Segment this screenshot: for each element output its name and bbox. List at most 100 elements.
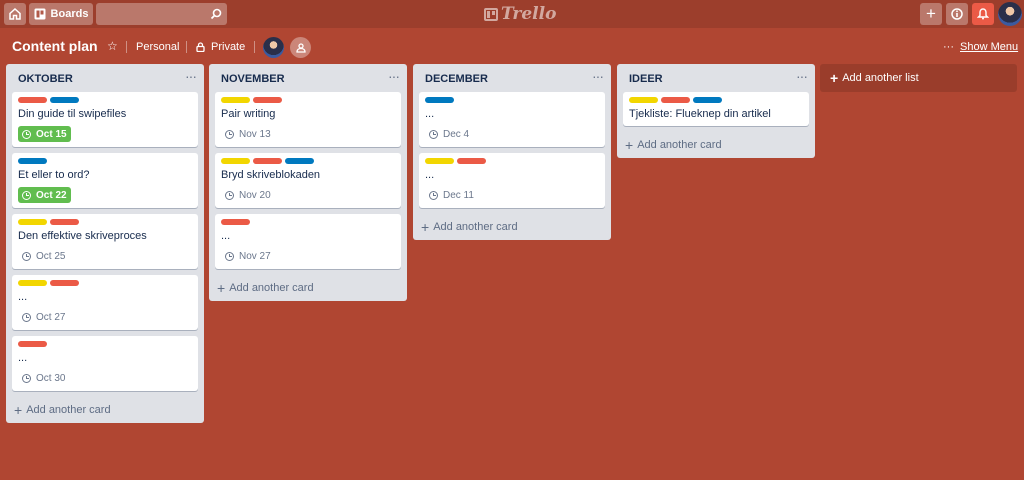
logo-text: Trello — [501, 4, 557, 24]
card[interactable]: Et eller to ord? Oct 22 — [12, 153, 198, 208]
plus-icon: + — [421, 219, 430, 235]
clock-icon — [22, 190, 31, 200]
info-button[interactable] — [946, 3, 968, 25]
board-visibility-button[interactable]: Private — [196, 41, 245, 53]
due-date-badge[interactable]: Oct 22 — [18, 187, 71, 203]
plus-icon: + — [926, 4, 936, 23]
plus-icon: + — [625, 137, 634, 153]
invite-button[interactable] — [290, 37, 311, 58]
list-title[interactable]: IDEER — [629, 73, 663, 85]
label-red — [221, 219, 250, 225]
card[interactable]: Pair writing Nov 13 — [215, 92, 401, 147]
due-date-badge[interactable]: Dec 11 — [425, 187, 478, 203]
add-card-button[interactable]: + Add another card — [413, 214, 611, 240]
card-title: Tjekliste: Flueknep din artikel — [629, 108, 771, 120]
due-date-text: Oct 25 — [36, 250, 66, 262]
add-card-button[interactable]: + Add another card — [617, 132, 815, 158]
due-date-badge[interactable]: Dec 4 — [425, 126, 473, 142]
clock-icon — [225, 190, 234, 200]
due-date-badge[interactable]: Oct 25 — [18, 248, 69, 264]
header-divider — [126, 41, 127, 53]
label-blue — [285, 158, 314, 164]
clock-icon — [22, 251, 31, 261]
due-date-badge[interactable]: Oct 27 — [18, 309, 69, 325]
card[interactable]: ... Dec 11 — [419, 153, 605, 208]
card[interactable]: ... Dec 4 — [419, 92, 605, 147]
card-title: ... — [425, 108, 435, 120]
list-menu-icon[interactable]: ··· — [796, 68, 808, 84]
user-avatar[interactable] — [998, 2, 1022, 26]
card[interactable]: Din guide til swipefiles Oct 15 — [12, 92, 198, 147]
trello-logo[interactable]: Trello — [484, 4, 556, 24]
due-date-text: Dec 11 — [443, 189, 474, 201]
boards-button[interactable]: Boards — [29, 3, 93, 25]
show-menu-button[interactable]: ··· Show Menu — [943, 41, 1018, 53]
card-labels — [18, 96, 192, 104]
label-red — [50, 280, 79, 286]
label-red — [457, 158, 486, 164]
card-title: ... — [18, 291, 28, 303]
card[interactable]: Den effektive skriveproces Oct 25 — [12, 214, 198, 269]
clock-icon — [22, 373, 31, 383]
label-yellow — [221, 158, 250, 164]
label-red — [253, 97, 282, 103]
list-header: IDEER ··· — [617, 64, 815, 92]
trello-logo-icon — [484, 7, 498, 21]
label-yellow — [629, 97, 658, 103]
due-date-text: Dec 4 — [443, 128, 470, 140]
list-menu-icon[interactable]: ··· — [388, 68, 400, 84]
board-title[interactable]: Content plan — [12, 38, 98, 54]
card-title: Et eller to ord? — [18, 169, 90, 181]
show-menu-label: Show Menu — [960, 41, 1019, 53]
top-nav-bar: Boards Trello + — [0, 0, 1024, 28]
due-date-badge[interactable]: Nov 13 — [221, 126, 275, 142]
add-card-button[interactable]: + Add another card — [6, 397, 204, 423]
search-input[interactable] — [96, 3, 227, 25]
more-icon: ··· — [943, 41, 954, 53]
card[interactable]: ... Oct 27 — [12, 275, 198, 330]
card[interactable]: ... Oct 30 — [12, 336, 198, 391]
label-blue — [425, 97, 454, 103]
card[interactable]: ... Nov 27 — [215, 214, 401, 269]
clock-icon — [225, 251, 234, 261]
list-header: OKTOBER ··· — [6, 64, 204, 92]
notifications-button[interactable] — [972, 3, 994, 25]
card-labels — [18, 279, 192, 287]
home-button[interactable] — [4, 3, 26, 25]
card[interactable]: Bryd skriveblokaden Nov 20 — [215, 153, 401, 208]
board-visibility-label: Private — [211, 41, 246, 53]
board-team-button[interactable]: Personal — [136, 41, 179, 53]
add-list-button[interactable]: + Add another list — [820, 64, 1017, 92]
due-date-text: Oct 30 — [36, 372, 66, 384]
search-icon — [210, 8, 222, 20]
due-date-badge[interactable]: Oct 30 — [18, 370, 69, 386]
add-card-label: Add another card — [26, 404, 111, 416]
label-red — [18, 341, 47, 347]
list-title[interactable]: NOVEMBER — [221, 73, 285, 85]
list-oktober: OKTOBER ··· Din guide til swipefiles Oct 15… — [6, 64, 204, 423]
member-avatar[interactable] — [263, 37, 284, 58]
label-yellow — [221, 97, 250, 103]
list-header: NOVEMBER ··· — [209, 64, 407, 92]
due-date-text: Oct 15 — [36, 128, 67, 140]
list-menu-icon[interactable]: ··· — [592, 68, 604, 84]
due-date-text: Nov 27 — [239, 250, 271, 262]
card[interactable]: Tjekliste: Flueknep din artikel — [623, 92, 809, 126]
list-title[interactable]: DECEMBER — [425, 73, 488, 85]
card-labels — [18, 340, 192, 348]
label-blue — [50, 97, 79, 103]
list-menu-icon[interactable]: ··· — [185, 68, 197, 84]
label-red — [18, 97, 47, 103]
due-date-text: Oct 22 — [36, 189, 67, 201]
due-date-badge[interactable]: Nov 20 — [221, 187, 275, 203]
plus-icon: + — [217, 280, 226, 296]
due-date-badge[interactable]: Oct 15 — [18, 126, 71, 142]
due-date-badge[interactable]: Nov 27 — [221, 248, 275, 264]
star-icon[interactable]: ☆ — [107, 39, 118, 53]
due-date-text: Nov 20 — [239, 189, 271, 201]
list-title[interactable]: OKTOBER — [18, 73, 73, 85]
create-button[interactable]: + — [920, 3, 942, 25]
header-divider — [254, 41, 255, 53]
add-card-button[interactable]: + Add another card — [209, 275, 407, 301]
clock-icon — [225, 129, 234, 139]
